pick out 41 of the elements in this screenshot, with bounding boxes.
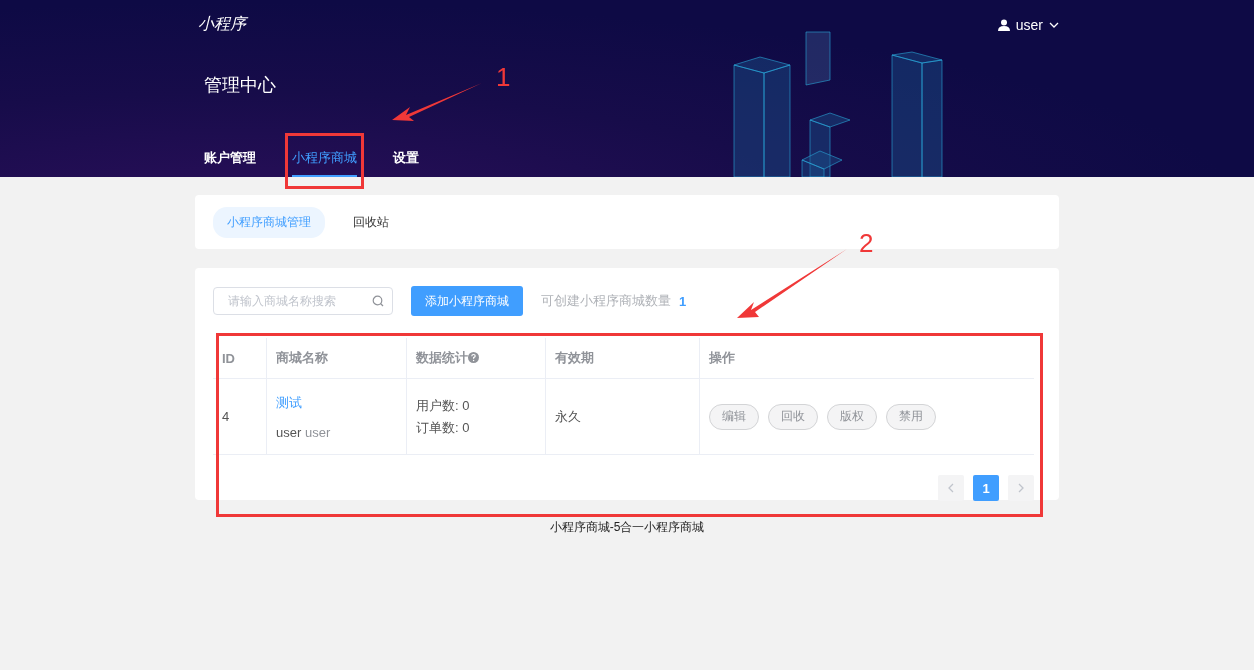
page-title: 管理中心	[204, 74, 276, 97]
prev-page-button[interactable]	[938, 475, 964, 501]
user-icon	[997, 19, 1010, 31]
add-shop-button[interactable]: 添加小程序商城	[411, 286, 523, 316]
validity-text: 永久	[555, 408, 581, 424]
search-icon	[372, 295, 384, 307]
column-header: 商城名称	[276, 350, 328, 365]
id-cell: 4	[222, 409, 230, 424]
chevron-right-icon	[1018, 483, 1024, 493]
nav-tab[interactable]: 小程序商城	[292, 149, 357, 177]
column-header: ID	[222, 350, 235, 366]
panel-shape	[805, 31, 831, 86]
column-header: 有效期	[555, 350, 594, 365]
page-button[interactable]: 1	[973, 475, 999, 501]
user-count-text: 用户数: 0	[416, 396, 471, 415]
chevron-left-icon	[948, 483, 954, 493]
sub-tab[interactable]: 小程序商城管理	[213, 206, 325, 238]
sub-tab[interactable]: 回收站	[339, 206, 403, 238]
search-field[interactable]: 请输入商城名称搜索	[213, 287, 393, 315]
nav-tab[interactable]: 设置	[393, 149, 419, 177]
action-button[interactable]: 版权	[827, 403, 877, 430]
logo-text: 小程序	[198, 14, 246, 34]
action-button[interactable]: 回收	[768, 403, 818, 430]
shop-name-link[interactable]: 测试	[276, 393, 397, 412]
order-count-text: 订单数: 0	[416, 418, 471, 437]
action-button[interactable]: 禁用	[886, 403, 936, 430]
chevron-down-icon	[1049, 22, 1059, 28]
owner-text: user	[304, 424, 331, 440]
annotation-number: 2	[859, 230, 874, 256]
user-menu[interactable]: user	[997, 17, 1059, 33]
footer-text: 小程序商城-5合一小程序商城	[548, 519, 706, 536]
action-button[interactable]: 编辑	[709, 403, 759, 430]
annotation-number: 1	[496, 64, 511, 90]
column-header: 数据统计	[416, 350, 468, 365]
quota-value: 1	[679, 293, 687, 309]
owner-text: user	[276, 424, 302, 440]
nav-tab[interactable]: 账户管理	[204, 149, 256, 177]
column-header: 操作	[709, 350, 735, 365]
help-icon	[468, 352, 479, 363]
quota-label: 可创建小程序商城数量	[541, 292, 671, 310]
next-page-button[interactable]	[1008, 475, 1034, 501]
